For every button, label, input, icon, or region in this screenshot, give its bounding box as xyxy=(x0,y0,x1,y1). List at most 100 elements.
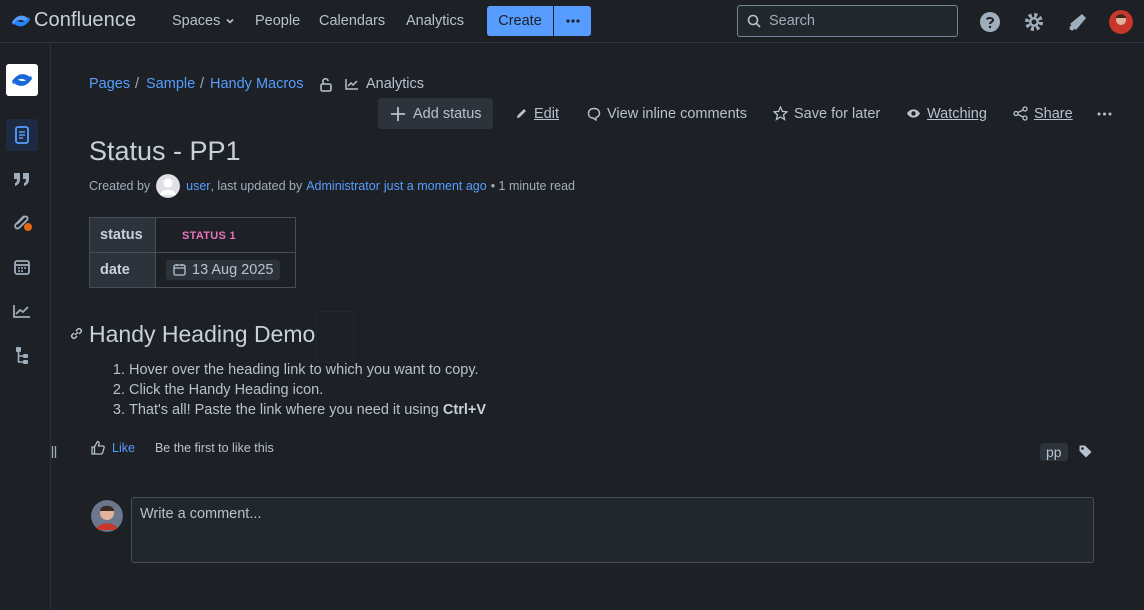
share-icon xyxy=(1013,106,1028,121)
chart-line-icon xyxy=(13,305,30,318)
created-by-label: Created by xyxy=(89,179,151,193)
shortcut-text: Ctrl+V xyxy=(442,402,487,418)
property-value: STATUS 1 xyxy=(155,217,296,253)
default-user-icon xyxy=(156,174,181,198)
share-label: Share xyxy=(1034,105,1073,122)
list-item: That's all! Paste the link where you nee… xyxy=(129,400,486,420)
help-icon xyxy=(980,12,1000,32)
updated-time-link[interactable]: just a moment ago xyxy=(384,179,487,193)
breadcrumb-sample[interactable]: Sample xyxy=(146,76,195,92)
status-lozenge[interactable]: STATUS 1 xyxy=(166,228,252,244)
sidebar-blogs[interactable] xyxy=(6,163,38,195)
more-actions-button[interactable] xyxy=(1097,98,1112,129)
comment-input[interactable]: Write a comment... xyxy=(131,497,1094,563)
watching-button[interactable]: Watching xyxy=(906,98,987,129)
thumbs-up-icon xyxy=(91,440,105,455)
read-time: • 1 minute read xyxy=(490,179,575,193)
nav-analytics[interactable]: Analytics xyxy=(406,13,464,29)
sidebar-pages[interactable] xyxy=(6,119,38,151)
pencil-icon xyxy=(517,109,526,118)
nav-calendars[interactable]: Calendars xyxy=(319,13,385,29)
label-tag[interactable]: pp xyxy=(1040,443,1068,461)
drag-handle-icon xyxy=(51,446,57,458)
breadcrumb-separator: / xyxy=(200,76,205,92)
sidebar-calendar[interactable] xyxy=(6,251,38,283)
chevron-down-icon xyxy=(226,18,234,24)
share-button[interactable]: Share xyxy=(1013,98,1073,129)
property-key: status xyxy=(89,217,156,253)
search-input[interactable] xyxy=(769,13,939,29)
plus-icon xyxy=(391,106,405,121)
page-properties-table: status STATUS 1 date 13 Aug 2025 xyxy=(89,217,296,288)
restrictions-button[interactable] xyxy=(319,77,333,92)
step-text: That's all! Paste the link where you nee… xyxy=(129,402,443,418)
more-icon xyxy=(565,19,580,23)
gear-icon xyxy=(1025,13,1043,31)
eye-icon xyxy=(907,109,920,118)
quote-icon xyxy=(14,173,29,186)
save-for-later-button[interactable]: Save for later xyxy=(773,98,880,129)
search-box[interactable] xyxy=(737,5,958,37)
table-row: date 13 Aug 2025 xyxy=(89,252,296,288)
analytics-label: Analytics xyxy=(366,76,425,92)
view-comments-label: View inline comments xyxy=(607,105,747,122)
nav-spaces[interactable]: Spaces xyxy=(172,13,236,29)
sidebar-resize-handle[interactable] xyxy=(51,446,57,458)
link-icon xyxy=(70,327,83,340)
unlock-icon xyxy=(320,77,332,92)
instructions-list: Hover over the heading link to which you… xyxy=(114,360,486,420)
list-item: Hover over the heading link to which you… xyxy=(129,360,486,380)
chart-line-icon xyxy=(345,79,358,90)
profile-avatar[interactable] xyxy=(1109,10,1133,34)
creator-avatar[interactable] xyxy=(156,174,181,198)
help-button[interactable] xyxy=(978,10,1002,34)
more-icon xyxy=(1097,112,1112,115)
date-chip[interactable]: 13 Aug 2025 xyxy=(166,259,281,280)
edit-button[interactable]: Edit xyxy=(515,98,559,129)
create-button[interactable]: Create xyxy=(487,6,553,36)
creator-link[interactable]: user xyxy=(186,179,210,193)
megaphone-icon xyxy=(1069,14,1086,31)
brand-name: Confluence xyxy=(34,9,137,31)
table-row: status STATUS 1 xyxy=(89,217,296,253)
space-logo[interactable] xyxy=(6,64,38,96)
page-icon xyxy=(15,126,29,144)
confluence-logo[interactable]: Confluence xyxy=(12,9,136,32)
breadcrumb-handy-macros[interactable]: Handy Macros xyxy=(210,76,303,92)
sidebar-page-tree[interactable] xyxy=(6,340,38,372)
updater-link[interactable]: Administrator xyxy=(306,179,380,193)
page-title: Status - PP1 xyxy=(89,136,241,166)
notifications-button[interactable] xyxy=(1066,10,1090,34)
heading-link-button[interactable] xyxy=(69,326,84,341)
breadcrumb-analytics[interactable]: Analytics xyxy=(345,76,424,92)
edit-labels-button[interactable] xyxy=(1078,444,1093,459)
confluence-icon xyxy=(12,15,30,26)
user-avatar-icon xyxy=(1109,10,1133,34)
calendar-icon xyxy=(14,260,30,275)
date-value: 13 Aug 2025 xyxy=(192,261,274,278)
nav-calendars-label: Calendars xyxy=(319,13,386,29)
commenter-avatar xyxy=(91,500,123,532)
settings-button[interactable] xyxy=(1022,10,1046,34)
sidebar-attachments[interactable] xyxy=(6,207,38,239)
hierarchy-icon xyxy=(16,347,28,364)
breadcrumb-pages[interactable]: Pages xyxy=(89,76,130,92)
property-value: 13 Aug 2025 xyxy=(155,252,296,288)
nav-people[interactable]: People xyxy=(255,13,300,29)
view-inline-comments-button[interactable]: View inline comments xyxy=(587,98,747,129)
paperclip-icon xyxy=(14,215,32,231)
like-section: Like Be the first to like this xyxy=(90,440,274,456)
nav-analytics-label: Analytics xyxy=(406,13,465,29)
edit-label: Edit xyxy=(534,105,559,122)
like-summary: Be the first to like this xyxy=(154,441,274,455)
page-byline: Created by user, last updated by Adminis… xyxy=(89,174,575,198)
top-navigation: Confluence Spaces People Calendars Analy… xyxy=(0,0,1144,43)
section-heading: Handy Heading Demo xyxy=(89,321,316,347)
sidebar-analytics[interactable] xyxy=(6,295,38,327)
add-status-button[interactable]: Add status xyxy=(378,98,493,129)
calendar-icon xyxy=(173,264,186,276)
like-button[interactable]: Like xyxy=(112,441,135,455)
create-more-button[interactable] xyxy=(554,6,591,36)
watching-label: Watching xyxy=(927,105,987,122)
star-icon xyxy=(773,106,788,121)
